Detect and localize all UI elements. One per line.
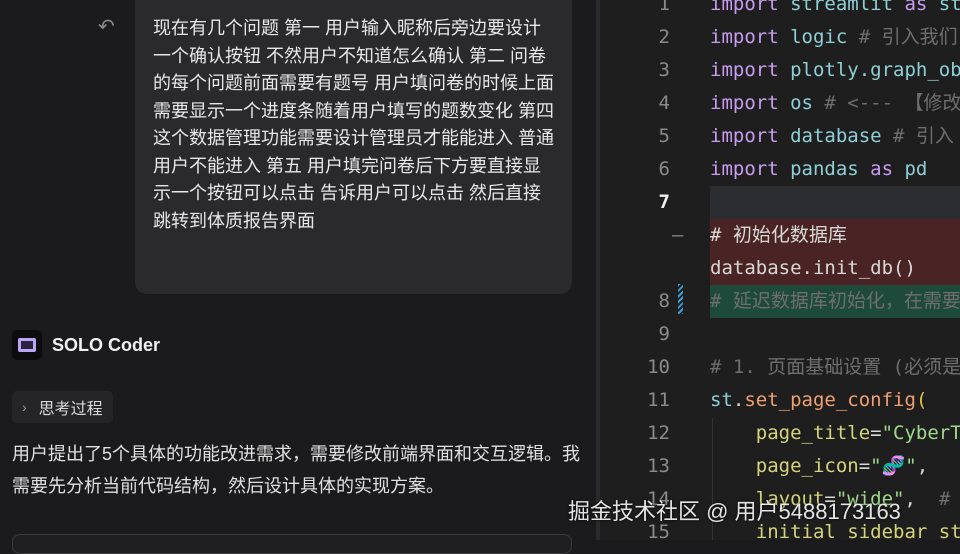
code-token: # 初始化数据库 bbox=[710, 224, 847, 246]
code-token: database.init_db() bbox=[710, 257, 916, 279]
line-number: 6 bbox=[658, 158, 670, 180]
code-text: import plotly.graph_ob bbox=[710, 54, 960, 87]
code-token: plotly.graph_ob bbox=[790, 59, 960, 81]
line-highlight bbox=[710, 186, 960, 219]
line-number: 2 bbox=[658, 26, 670, 48]
code-token: st bbox=[710, 389, 733, 411]
code-token: . bbox=[732, 389, 745, 411]
line-number: 13 bbox=[647, 455, 670, 477]
code-token: "🧬" bbox=[870, 455, 917, 477]
chat-input[interactable] bbox=[12, 534, 572, 554]
change-gutter-marker[interactable] bbox=[678, 284, 683, 314]
code-token: # 引入 bbox=[893, 125, 954, 147]
line-number: 4 bbox=[658, 92, 670, 114]
code-line[interactable]: 10 # 1. 页面基础设置 (必须是 bbox=[600, 351, 960, 384]
code-line[interactable]: 3 import plotly.graph_ob bbox=[600, 54, 960, 87]
code-token: logic bbox=[790, 26, 859, 48]
code-text: # 初始化数据库 bbox=[710, 219, 847, 252]
code-line[interactable]: 12 page_title="CyberT bbox=[600, 417, 960, 450]
line-number: 7 bbox=[658, 191, 670, 213]
code-token: as bbox=[904, 0, 939, 15]
code-line[interactable]: — # 初始化数据库 bbox=[600, 219, 960, 252]
code-token: ( bbox=[915, 389, 928, 411]
code-token: import bbox=[710, 26, 791, 48]
line-number: 8 bbox=[658, 290, 670, 312]
code-text: st.set_page_config( bbox=[710, 384, 927, 417]
code-line[interactable]: database.init_db() bbox=[600, 252, 960, 285]
chevron-right-icon: › bbox=[22, 399, 27, 415]
code-line[interactable]: 2 import logic # 引入我们 bbox=[600, 21, 960, 54]
code-token: # 引入我们 bbox=[858, 26, 958, 48]
code-editor[interactable]: 1 import streamlit as st 2 import logic # 引… bbox=[600, 0, 960, 540]
code-text: database.init_db() bbox=[710, 252, 916, 285]
code-token: pd bbox=[904, 158, 928, 180]
code-text: import logic # 引入我们 bbox=[710, 21, 958, 54]
agent-reply: 用户提出了5个具体的功能改进需求，需要修改前端界面和交互逻辑。我需要先分析当前代… bbox=[12, 444, 581, 496]
line-number: 11 bbox=[647, 389, 670, 411]
code-text: import database # 引入 bbox=[710, 120, 954, 153]
line-number: 12 bbox=[647, 422, 670, 444]
code-token: import bbox=[710, 0, 791, 15]
code-token: # 1. 页面基础设置 (必须是 bbox=[710, 356, 960, 378]
code-token: page_title bbox=[710, 422, 871, 444]
code-token: # <--- 【修改 bbox=[824, 92, 960, 114]
code-line[interactable]: 8 # 延迟数据库初始化，在需要 bbox=[600, 284, 960, 318]
thinking-toggle[interactable]: › 思考过程 bbox=[12, 391, 113, 423]
code-token: page_icon bbox=[710, 455, 859, 477]
code-line[interactable]: 4 import os # <--- 【修改 bbox=[600, 87, 960, 120]
code-line[interactable]: 6 import pandas as pd bbox=[600, 153, 960, 186]
line-number: 9 bbox=[658, 323, 670, 345]
code-token: import bbox=[710, 158, 791, 180]
code-token: , bbox=[916, 455, 929, 477]
code-line[interactable]: 5 import database # 引入 bbox=[600, 120, 960, 153]
code-text: import streamlit as st bbox=[710, 0, 960, 21]
code-text: import os # <--- 【修改 bbox=[710, 87, 960, 120]
chat-panel: ↶ 现在有几个问题 第一 用户输入昵称后旁边要设计一个确认按钮 不然用户不知道怎… bbox=[0, 0, 596, 554]
code-token: import bbox=[710, 59, 791, 81]
code-token: as bbox=[870, 158, 905, 180]
code-token: st bbox=[938, 0, 960, 15]
line-number: 10 bbox=[647, 356, 670, 378]
code-token: = bbox=[870, 422, 882, 444]
code-token: "CyberT bbox=[881, 422, 960, 444]
code-token: streamlit bbox=[790, 0, 905, 15]
code-token: os bbox=[790, 92, 825, 114]
watermark: 掘金技术社区 @ 用户5488173163 bbox=[568, 499, 901, 524]
code-token: set_page_config bbox=[744, 389, 916, 411]
undo-icon[interactable]: ↶ bbox=[98, 14, 115, 39]
deleted-marker-icon: — bbox=[672, 224, 684, 246]
code-token: import bbox=[710, 92, 791, 114]
code-token: pandas bbox=[790, 158, 871, 180]
code-token: , bbox=[904, 488, 939, 510]
line-number: 3 bbox=[658, 59, 670, 81]
code-line[interactable]: 9 bbox=[600, 318, 960, 351]
agent-avatar-icon bbox=[12, 330, 42, 360]
agent-header: SOLO Coder bbox=[12, 330, 160, 360]
code-text: # 延迟数据库初始化，在需要 bbox=[710, 285, 960, 318]
code-line[interactable]: 1 import streamlit as st bbox=[600, 0, 960, 21]
thinking-label: 思考过程 bbox=[38, 401, 103, 418]
code-token: import bbox=[710, 125, 791, 147]
line-number: 5 bbox=[658, 125, 670, 147]
agent-name: SOLO Coder bbox=[52, 334, 161, 355]
code-text: import pandas as pd bbox=[710, 153, 927, 186]
code-line[interactable]: 11 st.set_page_config( bbox=[600, 384, 960, 417]
code-text: # 1. 页面基础设置 (必须是 bbox=[710, 351, 960, 384]
line-number: 1 bbox=[658, 0, 670, 15]
code-token: # bbox=[938, 488, 960, 510]
code-line[interactable]: 7 bbox=[600, 186, 960, 219]
code-token: database bbox=[790, 125, 894, 147]
code-line[interactable]: 13 page_icon="🧬", bbox=[600, 450, 960, 483]
code-token: = bbox=[858, 455, 871, 477]
code-token: # 延迟数据库初始化，在需要 bbox=[710, 290, 960, 312]
code-text: page_icon="🧬", bbox=[710, 450, 928, 483]
code-text: page_title="CyberT bbox=[710, 417, 960, 450]
user-message: 现在有几个问题 第一 用户输入昵称后旁边要设计一个确认按钮 不然用户不知道怎么确… bbox=[135, 0, 572, 294]
